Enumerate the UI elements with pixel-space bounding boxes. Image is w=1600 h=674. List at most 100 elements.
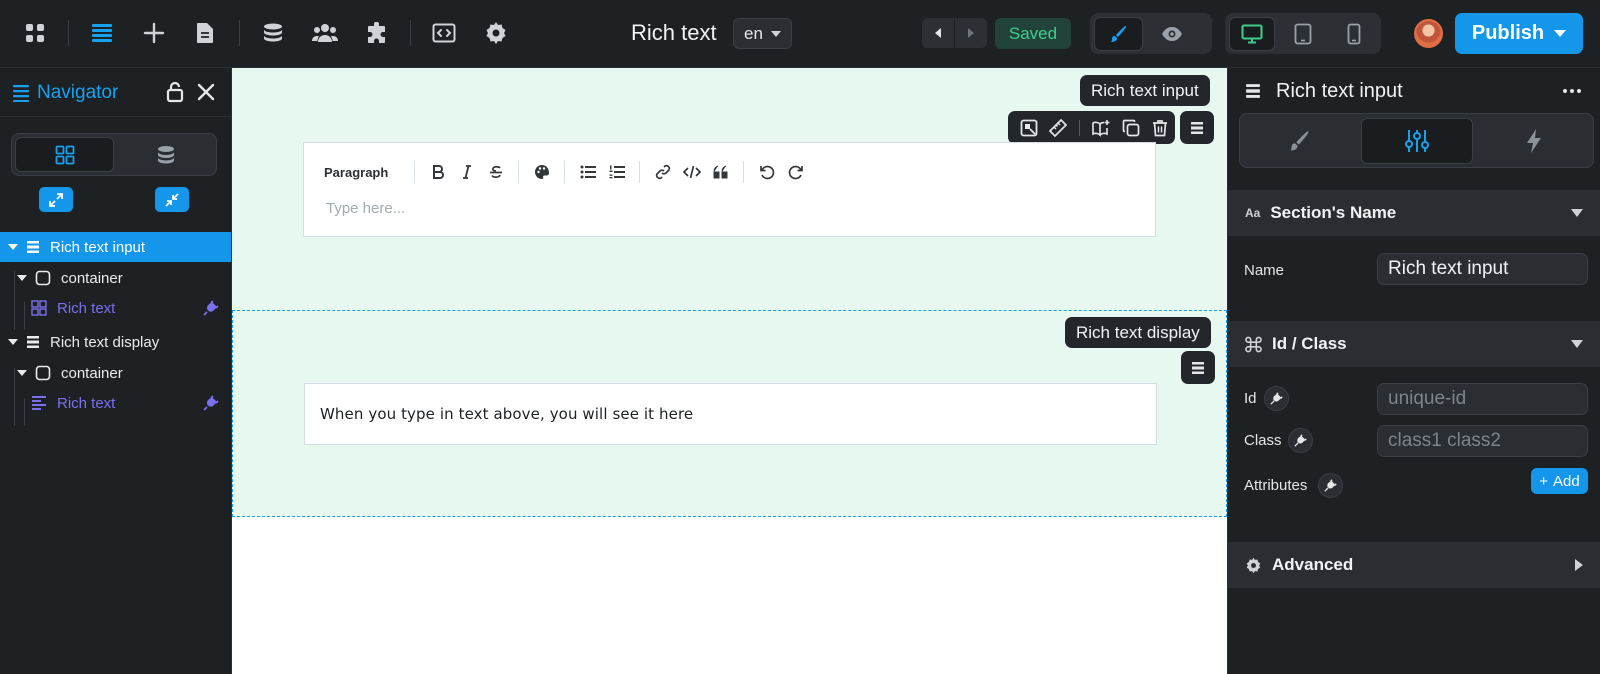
add-component-button[interactable] (1086, 113, 1116, 143)
section-type-button[interactable] (1181, 351, 1215, 384)
id-bind-button[interactable] (1264, 386, 1289, 411)
apps-icon[interactable] (20, 18, 50, 48)
layers-view-button[interactable] (15, 137, 114, 172)
expand-icon (49, 192, 63, 207)
numbered-list-button[interactable] (602, 159, 631, 185)
section-icon (1192, 361, 1204, 374)
tree-item-rich-text-display[interactable]: Rich text display (0, 327, 231, 357)
link-icon (655, 164, 670, 180)
text-color-button[interactable] (527, 159, 556, 185)
expand-arrow-icon[interactable] (8, 339, 18, 345)
section-type-button[interactable] (1180, 111, 1214, 144)
quote-button[interactable] (706, 159, 735, 185)
code-icon[interactable] (429, 18, 459, 48)
desktop-view-button[interactable] (1229, 17, 1275, 51)
ruler-button[interactable] (1044, 113, 1074, 143)
id-label: Id (1244, 390, 1257, 407)
section-title: Section's Name (1270, 203, 1397, 222)
attributes-bind-button[interactable] (1318, 473, 1343, 498)
id-class-header[interactable]: Id / Class (1228, 321, 1600, 367)
language-select[interactable]: en (733, 18, 792, 49)
tree-item-container[interactable]: container (0, 358, 231, 388)
plugins-icon[interactable] (362, 18, 392, 48)
section-tag: Rich text input (1080, 75, 1210, 106)
id-field[interactable]: unique-id (1377, 383, 1588, 415)
data-view-button[interactable] (116, 137, 215, 172)
class-field[interactable]: class1 class2 (1377, 425, 1588, 457)
users-icon[interactable] (310, 18, 340, 48)
undo-button[interactable] (922, 18, 954, 48)
chevron-down-icon (1571, 340, 1583, 348)
rich-text-display-section[interactable]: Rich text display When you type in text … (232, 310, 1227, 517)
toolbar-divider (743, 161, 745, 183)
user-avatar[interactable] (1414, 19, 1443, 48)
toolbar-divider (239, 20, 240, 46)
list-icon (13, 85, 29, 102)
tree-item-rich-text[interactable]: Rich text (0, 388, 231, 418)
expand-all-button[interactable] (39, 187, 73, 212)
redo-text-button[interactable] (781, 159, 810, 185)
tab-interactions[interactable] (1478, 118, 1590, 164)
bold-button[interactable] (423, 159, 452, 185)
lock-icon[interactable] (166, 81, 184, 103)
italic-button[interactable] (452, 159, 481, 185)
navigator-icon[interactable] (87, 18, 117, 48)
tab-settings[interactable] (1361, 118, 1473, 164)
paragraph-style-select[interactable]: Paragraph (324, 165, 388, 180)
expand-arrow-icon[interactable] (17, 370, 27, 376)
mobile-icon (1347, 23, 1361, 45)
brush-icon (1290, 131, 1309, 151)
duplicate-button[interactable] (1116, 113, 1146, 143)
tree-item-rich-text-input[interactable]: Rich text input (0, 232, 231, 262)
more-options-icon[interactable] (1562, 88, 1582, 94)
bullet-list-button[interactable] (573, 159, 602, 185)
undo-text-button[interactable] (752, 159, 781, 185)
tree-item-label: Rich text (57, 299, 116, 317)
design-mode-button[interactable] (1094, 17, 1143, 51)
navigator-title: Navigator (37, 82, 119, 103)
section-icon (1246, 84, 1260, 98)
advanced-header[interactable]: Advanced (1228, 542, 1600, 588)
section-name-header[interactable]: Aa Section's Name (1228, 190, 1600, 236)
collapse-all-button[interactable] (155, 187, 189, 212)
rich-text-display[interactable]: When you type in text above, you will se… (304, 383, 1157, 445)
strikethrough-button[interactable] (481, 159, 510, 185)
toolbar-divider (68, 20, 69, 46)
publish-label: Publish (1471, 22, 1545, 44)
plug-icon (1294, 434, 1307, 447)
mobile-view-button[interactable] (1331, 17, 1377, 51)
expand-arrow-icon[interactable] (17, 275, 27, 281)
name-field[interactable]: Rich text input (1377, 253, 1588, 285)
settings-icon[interactable] (481, 18, 511, 48)
rich-text-editor[interactable]: Paragraph Type here... (303, 142, 1156, 237)
save-status-badge: Saved (995, 18, 1071, 49)
expand-arrow-icon[interactable] (8, 244, 18, 250)
class-bind-button[interactable] (1288, 428, 1313, 453)
select-parent-button[interactable] (1014, 113, 1044, 143)
command-icon (1245, 336, 1262, 352)
chevron-down-icon (1571, 209, 1583, 217)
add-attribute-button[interactable]: + Add (1531, 468, 1588, 494)
section-title: Id / Class (1272, 334, 1347, 353)
editor-placeholder[interactable]: Type here... (326, 200, 405, 217)
tree-item-rich-text[interactable]: Rich text (0, 293, 231, 323)
close-icon[interactable] (196, 82, 216, 102)
preview-mode-button[interactable] (1147, 17, 1196, 51)
redo-button[interactable] (955, 18, 987, 48)
top-bar: Rich text en Saved Publish (0, 0, 1600, 68)
link-button[interactable] (648, 159, 677, 185)
delete-button[interactable] (1145, 113, 1175, 143)
tree-item-container[interactable]: container (0, 263, 231, 293)
code-button[interactable] (677, 159, 706, 185)
cms-icon[interactable] (258, 18, 288, 48)
add-icon[interactable] (139, 18, 169, 48)
pages-icon[interactable] (190, 18, 220, 48)
publish-button[interactable]: Publish (1455, 13, 1583, 54)
trash-icon (1153, 119, 1168, 136)
tab-style[interactable] (1244, 118, 1356, 164)
navigator-panel: Navigator Rich text input container Rich… (0, 68, 232, 674)
properties-title: Rich text input (1276, 80, 1403, 102)
rich-text-input-section[interactable]: Rich text input Paragraph Type here... (232, 68, 1227, 310)
tree-item-label: Rich text display (50, 333, 160, 351)
tablet-view-button[interactable] (1280, 17, 1326, 51)
